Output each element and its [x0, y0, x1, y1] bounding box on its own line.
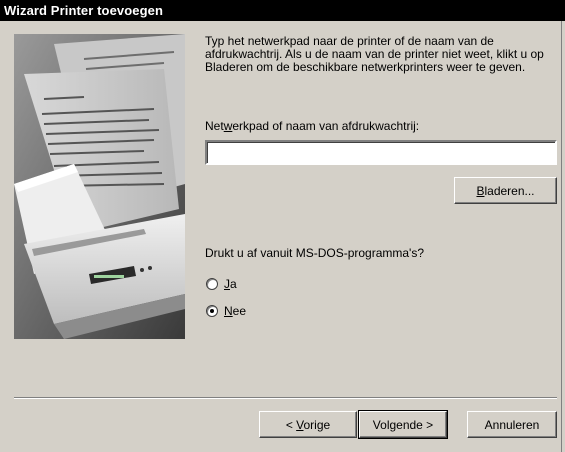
label-part: Net: [205, 119, 224, 133]
printer-printing-pages-icon: [14, 34, 185, 339]
footer-separator: [14, 397, 557, 399]
add-printer-wizard-window: Wizard Printer toevoegen Typ het netwerk…: [0, 0, 565, 452]
radio-button-icon[interactable]: [206, 278, 218, 290]
radio-yes[interactable]: Ja: [206, 277, 237, 291]
window-edge: [561, 21, 562, 452]
back-label: orige: [303, 417, 331, 432]
window-title: Wizard Printer toevoegen: [4, 3, 164, 18]
intro-text: Typ het netwerkpad naar de printer of de…: [205, 34, 544, 74]
browse-label: laderen...: [484, 183, 535, 198]
back-accelerator: V: [296, 417, 304, 432]
browse-button[interactable]: Bladeren...: [454, 177, 557, 204]
printer-illustration: [14, 34, 185, 339]
radio-yes-label: a: [230, 277, 237, 291]
radio-no-label: ee: [232, 304, 247, 318]
radio-no-accelerator: N: [224, 304, 233, 318]
path-field-label: Netwerkpad of naam van afdrukwachtrij:: [205, 119, 419, 133]
cancel-button[interactable]: Annuleren: [467, 411, 557, 438]
title-bar: Wizard Printer toevoegen: [0, 0, 565, 21]
radio-dot-icon: [210, 309, 214, 313]
radio-button-selected-icon[interactable]: [206, 305, 218, 317]
label-part: erkpad of naam van afdrukwachtrij:: [232, 119, 420, 133]
msdos-question: Drukt u af vanuit MS-DOS-programma's?: [205, 246, 425, 260]
network-path-input[interactable]: [205, 140, 557, 165]
back-prefix: <: [285, 417, 297, 432]
back-button[interactable]: < Vorige: [259, 411, 357, 438]
next-button[interactable]: Volgende >: [358, 410, 448, 439]
radio-no[interactable]: Nee: [206, 304, 246, 318]
